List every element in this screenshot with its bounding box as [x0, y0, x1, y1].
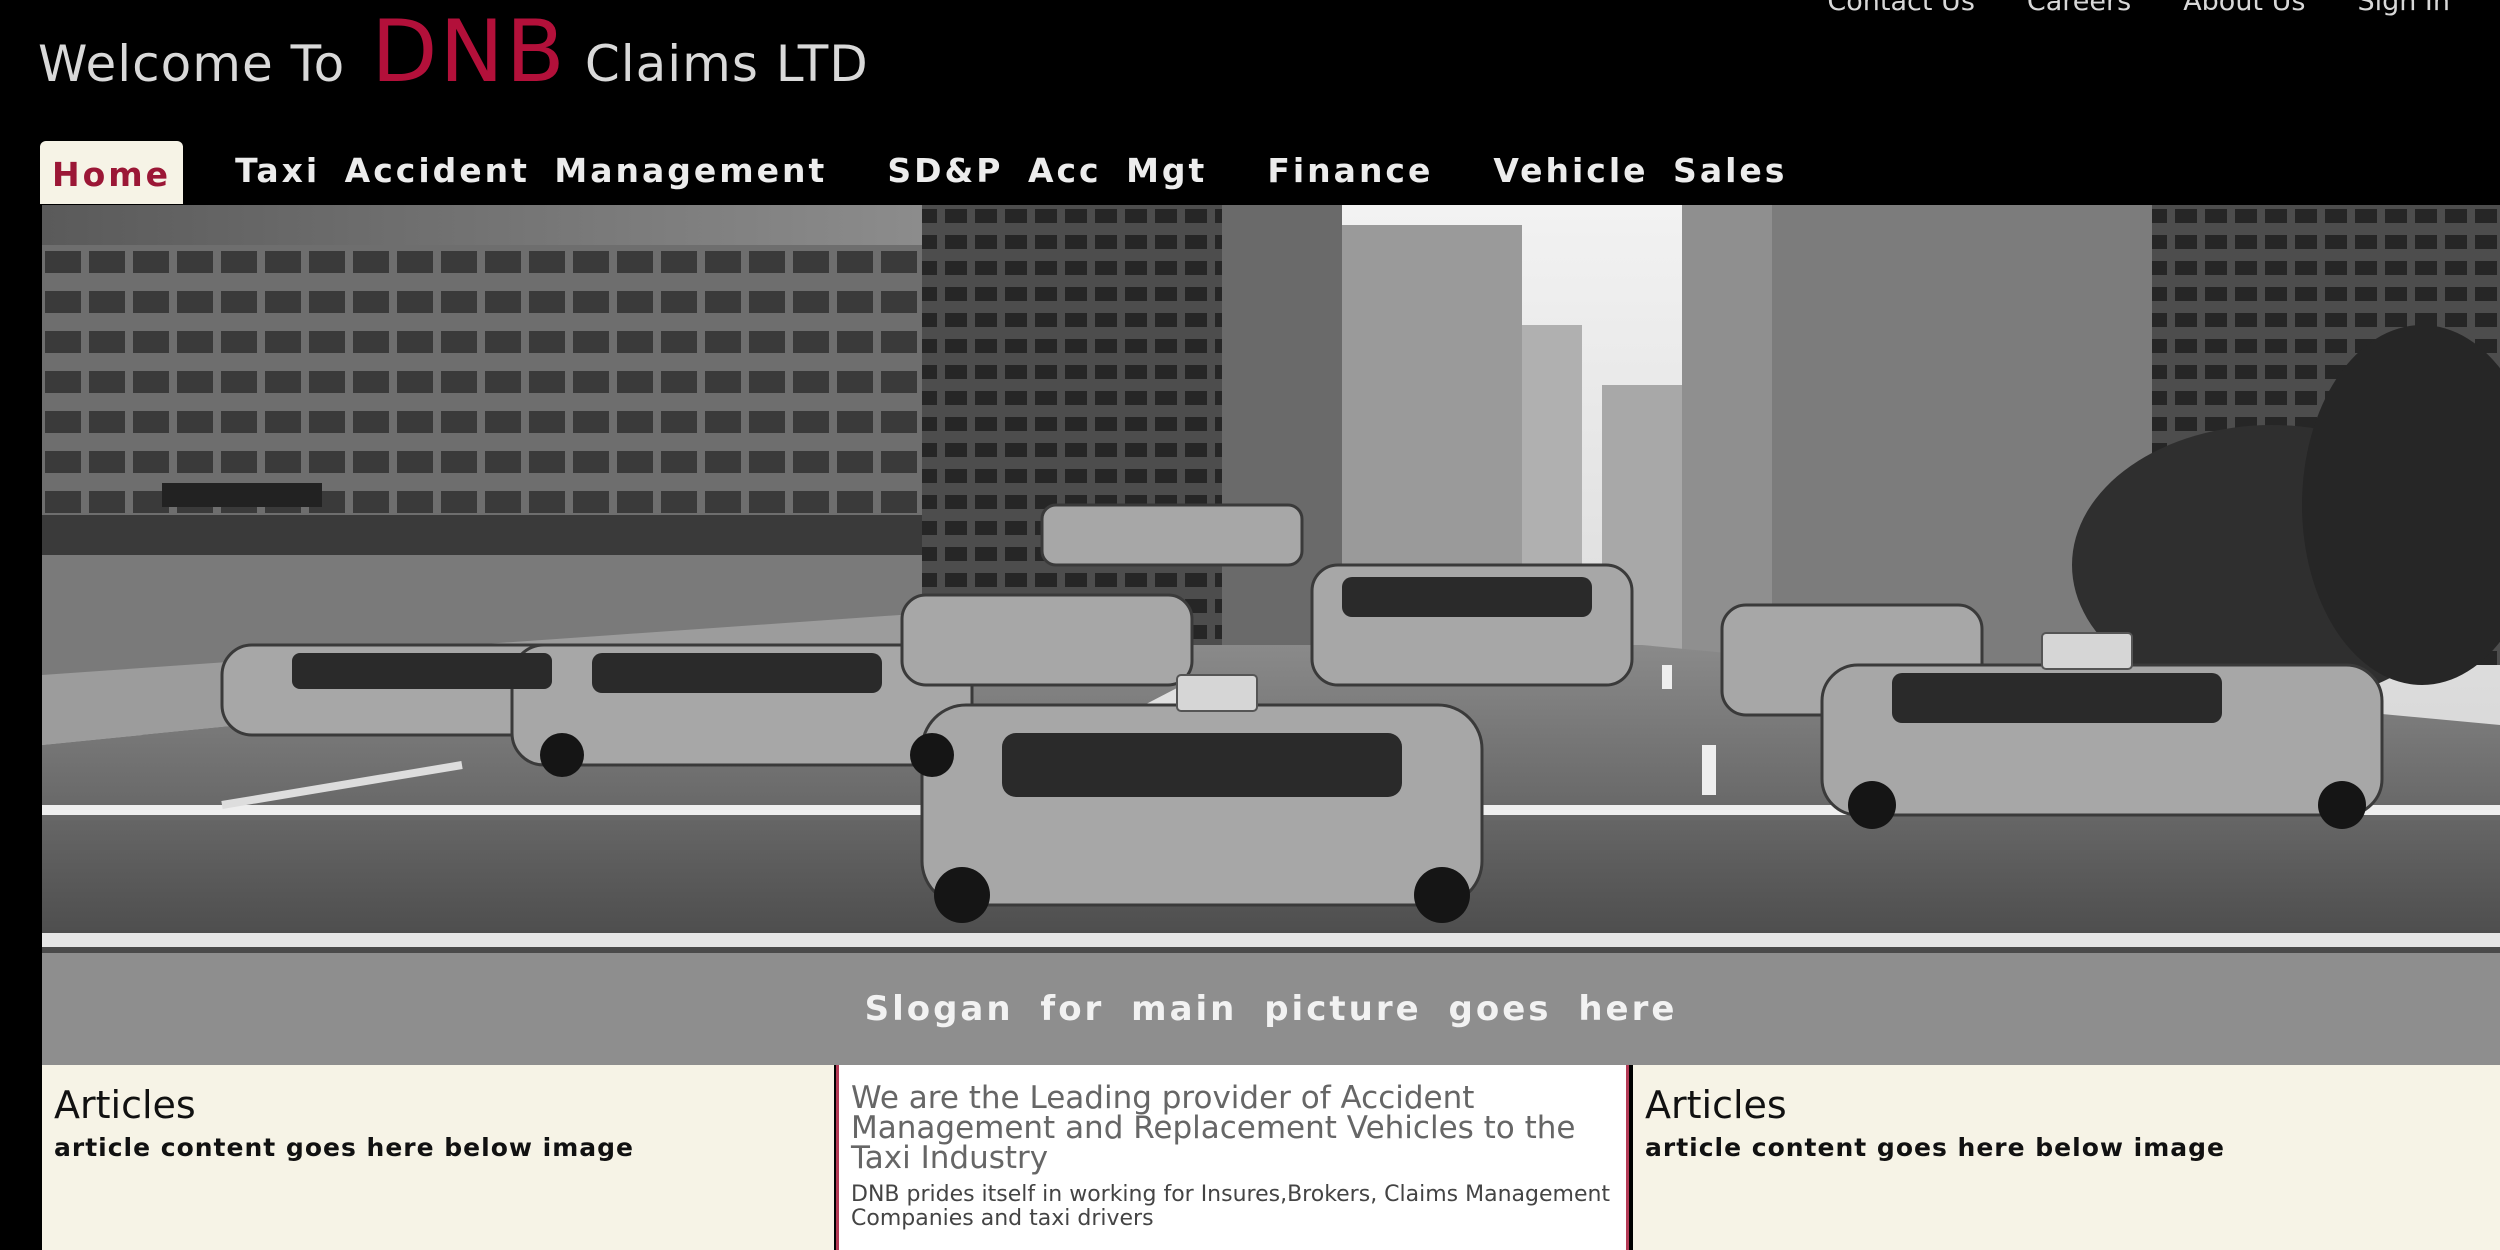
nav-tab-sdp-acc-mgt[interactable]: SD&P Acc Mgt — [857, 151, 1237, 204]
hero-image — [42, 205, 2500, 953]
top-links: Contact Us Careers About Us Sign In — [1827, 0, 2450, 17]
top-link-contact-us[interactable]: Contact Us — [1827, 0, 1974, 17]
article-title[interactable]: Articles — [1645, 1083, 2488, 1127]
welcome-prefix: Welcome To — [38, 35, 346, 93]
article-panel-right: Articles article content goes here below… — [1633, 1065, 2500, 1250]
nav-tab-taxi-accident-management[interactable]: Taxi Accident Management — [205, 151, 857, 204]
hero-slogan: Slogan for main picture goes here — [864, 989, 1678, 1029]
city-street-taxi-photo — [42, 205, 2500, 953]
brand-name: DNB — [371, 2, 567, 102]
main-nav: Home Taxi Accident Management SD&P Acc M… — [40, 136, 1817, 204]
site-header: Welcome To DNB Claims LTD Contact Us Car… — [0, 0, 2500, 205]
welcome-suffix: Claims LTD — [584, 35, 869, 93]
nav-tab-home[interactable]: Home — [40, 141, 184, 204]
article-panel-left: Articles article content goes here below… — [42, 1065, 834, 1250]
nav-tab-vehicle-sales[interactable]: Vehicle Sales — [1463, 151, 1817, 204]
about-panel: We are the Leading provider of Accident … — [836, 1065, 1629, 1250]
about-body: DNB prides itself in working for Insures… — [851, 1182, 1611, 1231]
top-link-sign-in[interactable]: Sign In — [2357, 0, 2450, 17]
top-link-careers[interactable]: Careers — [2027, 0, 2131, 17]
article-title[interactable]: Articles — [54, 1083, 822, 1127]
about-heading: We are the Leading provider of Accident … — [851, 1080, 1576, 1176]
article-body: article content goes here below image — [54, 1133, 635, 1162]
article-body: article content goes here below image — [1645, 1133, 2226, 1162]
nav-tab-finance[interactable]: Finance — [1237, 151, 1463, 204]
top-link-about-us[interactable]: About Us — [2183, 0, 2305, 17]
hero-slogan-bar: Slogan for main picture goes here — [42, 953, 2500, 1065]
site-logo-welcome[interactable]: Welcome To DNB Claims LTD — [38, 2, 869, 102]
